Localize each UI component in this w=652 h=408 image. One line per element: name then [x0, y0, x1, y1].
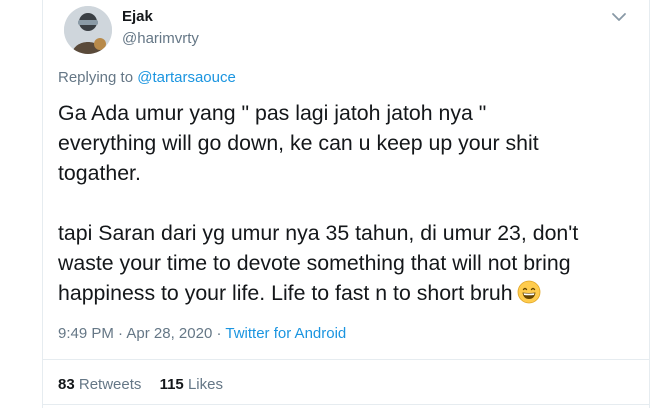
display-name[interactable]: Ejak: [122, 8, 153, 25]
replying-to: Replying to @tartarsaouce: [58, 69, 236, 86]
retweets-count: 83: [58, 376, 75, 393]
user-avatar[interactable]: [64, 6, 112, 54]
avatar-image: [64, 6, 112, 54]
likes-stat[interactable]: 115 Likes: [160, 376, 223, 393]
tweet-date[interactable]: Apr 28, 2020: [126, 325, 212, 342]
likes-count: 115: [159, 376, 184, 393]
meta-separator: ·: [216, 325, 222, 342]
tweet-text: Ga Ada umur yang " pas lagi jatoh jatoh …: [58, 98, 638, 308]
grinning-face-icon: [517, 280, 541, 304]
retweets-stat[interactable]: 83 Retweets: [58, 376, 141, 393]
replying-to-label: Replying to: [58, 69, 134, 86]
chevron-down-icon[interactable]: [608, 6, 630, 28]
tweet-source-link[interactable]: Twitter for Android: [225, 325, 346, 342]
tweet-stats: 83 Retweets 115 Likes: [58, 376, 237, 393]
tweet-metadata: 9:49 PM · Apr 28, 2020 · Twitter for And…: [58, 325, 346, 342]
meta-separator: ·: [118, 325, 124, 342]
divider: [43, 404, 649, 405]
retweets-label: Retweets: [78, 376, 142, 393]
tweet-paragraph-1: Ga Ada umur yang " pas lagi jatoh jatoh …: [58, 101, 539, 185]
tweet-paragraph-2: tapi Saran dari yg umur nya 35 tahun, di…: [58, 221, 579, 305]
user-handle[interactable]: @harimvrty: [122, 30, 199, 47]
replying-to-link[interactable]: @tartarsaouce: [137, 69, 236, 86]
divider: [43, 359, 649, 360]
likes-label: Likes: [187, 376, 223, 393]
tweet-time[interactable]: 9:49 PM: [58, 325, 114, 342]
